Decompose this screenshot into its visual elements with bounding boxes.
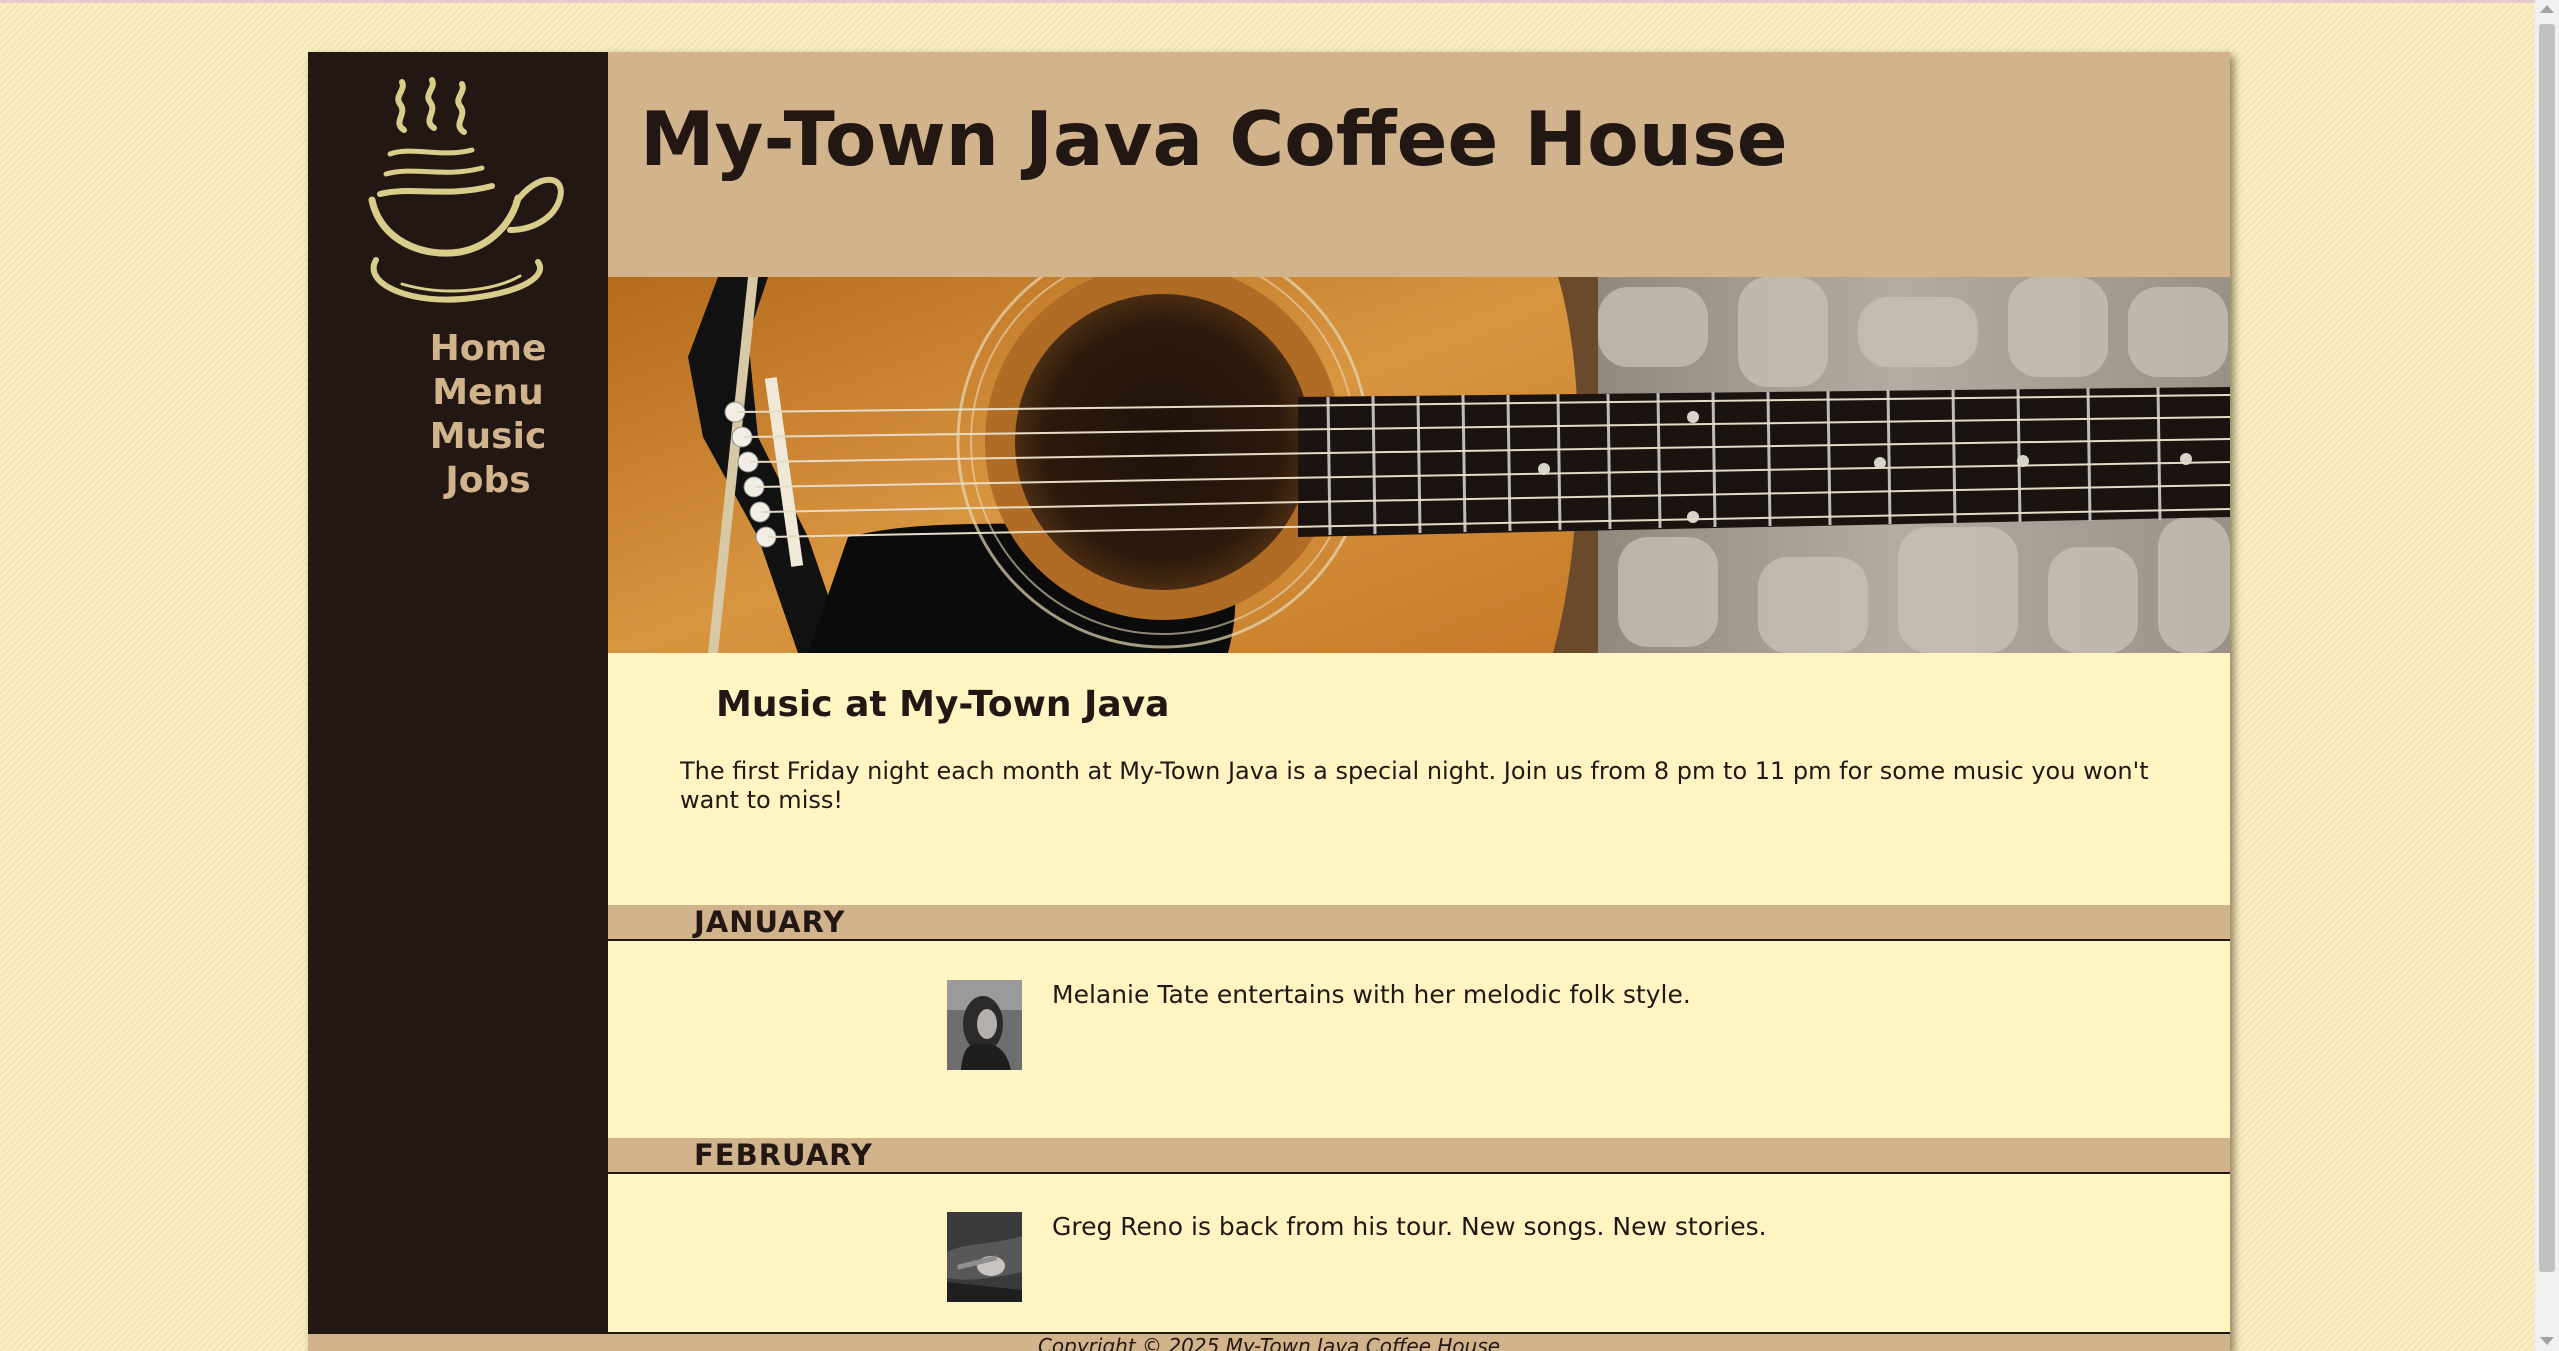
copyright-text: Copyright © 2025 My-Town Java Coffee Hou… xyxy=(1037,1334,1501,1351)
artist-photo-melanie-tate xyxy=(947,980,1022,1070)
hero-guitar-image xyxy=(608,277,2230,653)
coffee-cup-logo-icon xyxy=(368,77,564,303)
music-intro-text: The first Friday night each month at My-… xyxy=(680,757,2149,814)
page-footer: Copyright © 2025 My-Town Java Coffee Hou… xyxy=(308,1332,2230,1351)
month-heading-january: JANUARY xyxy=(608,905,2230,941)
scroll-down-arrow-icon[interactable] xyxy=(2540,1337,2554,1345)
vertical-scrollbar[interactable] xyxy=(2535,0,2559,1351)
guitar-illustration xyxy=(608,277,2230,653)
artist-photo-greg-reno xyxy=(947,1212,1022,1302)
artist-text-january: Melanie Tate entertains with her melodic… xyxy=(1052,980,1691,1009)
music-heading: Music at My-Town Java xyxy=(716,684,1170,725)
page-header: My-Town Java Coffee House xyxy=(608,52,2230,277)
month-label: JANUARY xyxy=(694,905,846,939)
scrollbar-thumb[interactable] xyxy=(2539,24,2555,1272)
month-heading-february: FEBRUARY xyxy=(608,1138,2230,1174)
main-content: Music at My-Town Java The first Friday n… xyxy=(608,653,2230,1332)
month-label: FEBRUARY xyxy=(694,1138,873,1172)
artist-text-february: Greg Reno is back from his tour. New son… xyxy=(1052,1212,1767,1241)
scroll-up-arrow-icon[interactable] xyxy=(2540,5,2554,13)
page-wrapper: Home Menu Music Jobs My-Town Java Coffee… xyxy=(308,52,2230,1351)
browser-top-line xyxy=(0,0,2559,3)
site-title: My-Town Java Coffee House xyxy=(640,95,1788,183)
sidebar: Home Menu Music Jobs xyxy=(308,52,608,1332)
